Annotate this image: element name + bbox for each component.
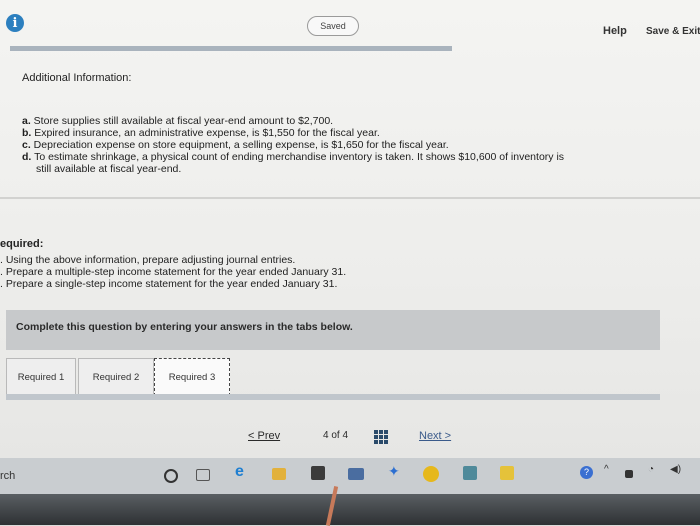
taskbar-search-label[interactable]: rch (0, 470, 15, 482)
progress-bar (10, 46, 452, 51)
help-icon[interactable]: ? (580, 466, 593, 479)
list-item: . Using the above information, prepare a… (0, 254, 296, 266)
item-text: Store supplies still available at fiscal… (30, 115, 334, 127)
instruction-banner: Complete this question by entering your … (6, 310, 660, 350)
item-text: Depreciation expense on store equipment,… (30, 139, 449, 151)
help-button[interactable]: Help (603, 25, 627, 37)
next-button[interactable]: Next > (419, 430, 451, 442)
section-divider (0, 197, 700, 199)
progress-bar-fill (10, 46, 452, 51)
save-exit-button[interactable]: Save & Exit (646, 26, 700, 37)
task-view-icon[interactable] (196, 469, 210, 481)
store-icon[interactable] (311, 466, 325, 480)
dropbox-icon[interactable]: ✦ (388, 463, 404, 479)
laptop-bezel (0, 494, 700, 525)
top-bar: i Saved Help Save & Exit (0, 0, 700, 46)
additional-info-heading: Additional Information: (22, 72, 132, 84)
tab-content-strip (6, 394, 660, 400)
required-heading: equired: (0, 238, 44, 250)
mail-icon[interactable] (348, 468, 364, 480)
edge-icon[interactable]: e (235, 463, 251, 480)
list-item-continuation: still available at fiscal year-end. (36, 163, 182, 175)
list-item: . Prepare a multiple-step income stateme… (0, 266, 347, 278)
file-explorer-icon[interactable] (272, 468, 286, 480)
list-item: . Prepare a single-step income statement… (0, 278, 338, 290)
browser-viewport: i Saved Help Save & Exit Additional Info… (0, 0, 700, 462)
item-letter: c. (22, 139, 31, 151)
item-letter: a. (22, 115, 31, 127)
list-item: a. Store supplies still available at fis… (22, 115, 564, 127)
chrome-icon[interactable] (423, 466, 439, 482)
instruction-text: Complete this question by entering your … (16, 321, 353, 333)
battery-icon[interactable] (625, 470, 633, 478)
item-letter: b. (22, 127, 32, 139)
question-grid-icon[interactable] (374, 430, 388, 444)
cortana-circle-icon[interactable] (164, 469, 178, 483)
tab-required-1[interactable]: Required 1 (6, 358, 76, 396)
page-indicator: 4 of 4 (323, 430, 349, 441)
sticky-notes-icon[interactable] (500, 466, 514, 480)
volume-icon[interactable]: ◀) (670, 464, 686, 480)
info-icon[interactable]: i (6, 14, 24, 32)
required-list: . Using the above information, prepare a… (0, 254, 346, 290)
item-text: To estimate shrinkage, a physical count … (31, 151, 565, 163)
tab-required-3[interactable]: Required 3 (154, 358, 230, 396)
list-item: b. Expired insurance, an administrative … (22, 127, 564, 139)
additional-info-list: a. Store supplies still available at fis… (22, 115, 564, 175)
list-item: c. Depreciation expense on store equipme… (22, 139, 564, 151)
tab-required-2[interactable]: Required 2 (78, 358, 154, 396)
list-item: d. To estimate shrinkage, a physical cou… (22, 151, 564, 163)
saved-status-badge: Saved (307, 16, 359, 36)
wifi-icon[interactable]: ◔ (648, 464, 664, 480)
prev-button[interactable]: < Prev (248, 430, 280, 442)
item-text: Expired insurance, an administrative exp… (31, 127, 380, 139)
item-letter: d. (22, 151, 32, 163)
chevron-up-icon[interactable]: ^ (604, 464, 620, 480)
app-icon[interactable] (463, 466, 477, 480)
